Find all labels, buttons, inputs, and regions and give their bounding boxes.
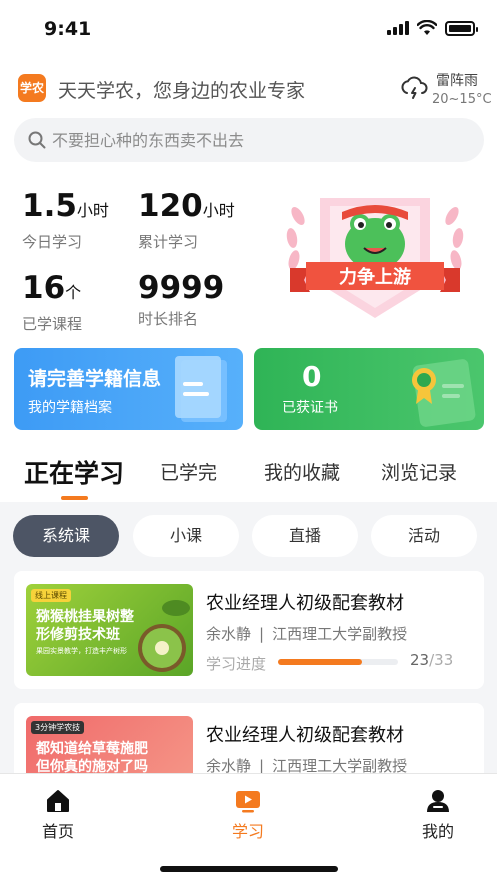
progress-done: 23 <box>410 651 430 669</box>
home-indicator <box>160 866 338 872</box>
badge-text: 力争上游 <box>339 266 411 288</box>
stat-today: 1.5小时 今日学习 <box>22 188 109 252</box>
course-title: 农业经理人初级配套教材 <box>206 593 404 614</box>
progress-bar <box>278 659 398 665</box>
status-time: 9:41 <box>44 18 92 40</box>
weather-temperature: 20~15°C <box>432 92 492 107</box>
stat-courses-label: 已学课程 <box>22 315 83 333</box>
nav-home[interactable]: 首页 <box>18 788 98 842</box>
progress-label: 学习进度 <box>206 655 267 673</box>
certificate-label: 已获证书 <box>282 400 338 416</box>
stat-total-value: 120 <box>138 188 203 224</box>
course-thumb-sub: 果园实景教学，打造丰产树形 <box>36 647 127 655</box>
nav-mine-label: 我的 <box>421 822 454 841</box>
progress-fill <box>278 659 362 665</box>
course-tag: 3分钟学农技 <box>31 721 85 734</box>
chip-system-course[interactable]: 系统课 <box>13 515 119 557</box>
tab-learning[interactable]: 正在学习 <box>24 454 124 490</box>
stat-today-unit: 小时 <box>76 201 109 220</box>
stat-courses-value: 16 <box>22 270 66 306</box>
status-bar: 9:41 <box>0 0 497 54</box>
wifi-icon <box>417 20 437 35</box>
progress-total: /33 <box>429 651 454 669</box>
course-thumbnail: 线上课程 猕猴桃挂果树整形修剪技术班 果园实景教学，打造丰产树形 <box>26 584 193 676</box>
achievement-badge[interactable]: 力争上游 <box>280 176 470 326</box>
stat-total-label: 累计学习 <box>138 233 199 251</box>
tab-finished[interactable]: 已学完 <box>160 458 217 485</box>
stat-rank-label: 时长排名 <box>138 310 199 328</box>
bottom-tabbar: 首页 学习 我的 <box>0 773 497 883</box>
home-icon <box>47 790 69 812</box>
search-icon <box>28 131 46 149</box>
thunderstorm-icon[interactable] <box>400 74 428 102</box>
course-thumb-title: 猕猴桃挂果树整形修剪技术班 <box>36 609 134 643</box>
signal-icon <box>387 21 409 35</box>
user-icon <box>427 790 449 812</box>
tv-play-icon <box>236 791 260 813</box>
tab-favorites[interactable]: 我的收藏 <box>264 458 340 485</box>
app-header: 学农 天天学农，您身边的农业专家 雷阵雨 20~15°C <box>18 70 492 110</box>
stat-today-value: 1.5 <box>22 188 77 224</box>
stat-rank-value: 9999 <box>138 270 225 306</box>
chip-live[interactable]: 直播 <box>252 515 358 557</box>
course-author: 余水静 <box>206 625 252 643</box>
course-title: 农业经理人初级配套教材 <box>206 725 404 746</box>
stat-total-unit: 小时 <box>202 201 235 220</box>
search-bar[interactable] <box>14 118 484 162</box>
weather-condition: 雷阵雨 <box>436 73 478 89</box>
nav-home-label: 首页 <box>41 822 74 841</box>
stat-rank: 9999 时长排名 <box>138 270 224 329</box>
course-tag: 线上课程 <box>31 589 71 602</box>
nav-study-label: 学习 <box>231 822 264 841</box>
chip-short-course[interactable]: 小课 <box>133 515 239 557</box>
certificate-icon <box>412 359 476 427</box>
progress-count: 23/33 <box>410 651 453 669</box>
stat-courses-unit: 个 <box>65 283 82 302</box>
learning-tabs: 正在学习 已学完 我的收藏 浏览记录 <box>0 450 497 502</box>
course-org: 江西理工大学副教授 <box>272 625 408 643</box>
certificate-card[interactable]: 0 已获证书 <box>254 348 484 430</box>
profile-card-sub: 我的学籍档案 <box>28 400 112 416</box>
course-thumb-title: 都知道给草莓施肥但你真的施对了吗 <box>36 741 148 775</box>
chip-activity[interactable]: 活动 <box>371 515 477 557</box>
profile-card[interactable]: 请完善学籍信息 我的学籍档案 <box>14 348 243 430</box>
certificate-count: 0 <box>302 360 322 393</box>
nav-study[interactable]: 学习 <box>208 788 288 842</box>
search-input[interactable] <box>52 118 462 162</box>
stat-courses: 16个 已学课程 <box>22 270 82 334</box>
app-logo: 学农 <box>18 74 46 102</box>
stat-total: 120小时 累计学习 <box>138 188 235 252</box>
app-slogan: 天天学农，您身边的农业专家 <box>58 80 306 102</box>
battery-icon <box>445 20 478 36</box>
profile-card-title: 请完善学籍信息 <box>28 368 162 390</box>
book-icon <box>175 356 227 422</box>
frog-mascot-badge: 力争上游 <box>286 198 464 318</box>
course-meta: 余水静 | 江西理工大学副教授 <box>206 625 408 643</box>
tab-indicator <box>61 496 88 500</box>
nav-mine[interactable]: 我的 <box>398 788 478 842</box>
stat-today-label: 今日学习 <box>22 233 83 251</box>
status-icons <box>387 20 478 36</box>
tab-history[interactable]: 浏览记录 <box>381 458 457 485</box>
course-card[interactable]: 线上课程 猕猴桃挂果树整形修剪技术班 果园实景教学，打造丰产树形 农业经理人初级… <box>14 571 484 689</box>
